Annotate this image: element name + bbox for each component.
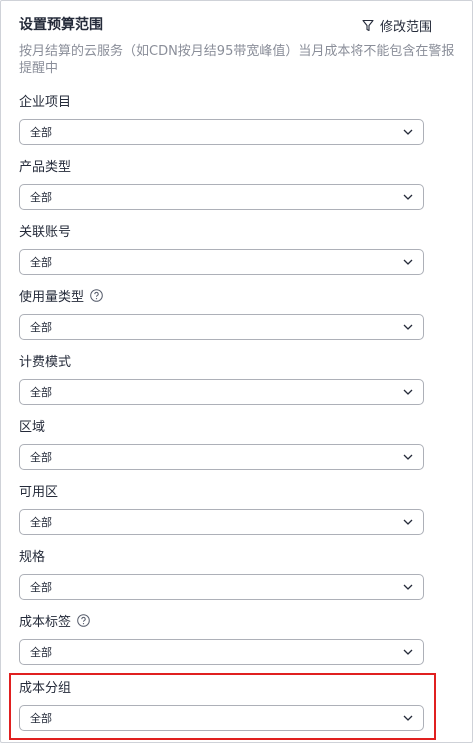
field-label-text: 关联账号 [19, 224, 72, 240]
chevron-down-icon [403, 259, 413, 265]
chevron-down-icon [403, 129, 413, 135]
field-label-text: 使用量类型 [19, 289, 85, 305]
availability-zone-select[interactable]: 全部 [19, 509, 424, 535]
field-billing-mode: 计费模式 全部 [19, 350, 424, 405]
field-linked-account: 关联账号 全部 [19, 220, 424, 275]
chevron-down-icon [403, 584, 413, 590]
enterprise-project-select[interactable]: 全部 [19, 119, 424, 145]
chevron-down-icon [403, 389, 413, 395]
billing-mode-select[interactable]: 全部 [19, 379, 424, 405]
select-value: 全部 [30, 321, 52, 334]
field-label-text: 成本标签 [19, 614, 72, 630]
field-label-text: 成本分组 [19, 680, 72, 696]
field-label-text: 可用区 [19, 484, 59, 500]
field-label: 使用量类型 [19, 285, 424, 305]
field-label-text: 区域 [19, 419, 46, 435]
select-value: 全部 [30, 191, 52, 204]
select-value: 全部 [30, 126, 52, 139]
chevron-down-icon [403, 715, 413, 721]
filter-icon [362, 19, 374, 31]
chevron-down-icon [403, 649, 413, 655]
field-label-text: 计费模式 [19, 354, 72, 370]
field-cost-tag: 成本标签 全部 [19, 610, 424, 665]
specification-select[interactable]: 全部 [19, 574, 424, 600]
field-usage-type: 使用量类型 全部 [19, 285, 424, 340]
chevron-down-icon [403, 194, 413, 200]
field-region: 区域 全部 [19, 415, 424, 470]
help-icon[interactable] [77, 613, 90, 627]
field-enterprise-project: 企业项目 全部 [19, 90, 424, 145]
field-label-text: 产品类型 [19, 159, 72, 175]
usage-type-select[interactable]: 全部 [19, 314, 424, 340]
cost-group-select[interactable]: 全部 [19, 705, 424, 731]
select-value: 全部 [30, 256, 52, 269]
panel-title: 设置预算范围 [19, 17, 103, 33]
cost-tag-select[interactable]: 全部 [19, 639, 424, 665]
field-label-text: 企业项目 [19, 94, 72, 110]
chevron-down-icon [403, 519, 413, 525]
budget-scope-panel: 设置预算范围 修改范围 按月结算的云服务（如CDN按月结95带宽峰值）当月成本将… [0, 0, 473, 743]
field-availability-zone: 可用区 全部 [19, 480, 424, 535]
panel-header: 设置预算范围 修改范围 [19, 15, 454, 35]
select-value: 全部 [30, 386, 52, 399]
select-value: 全部 [30, 646, 52, 659]
field-product-type: 产品类型 全部 [19, 155, 424, 210]
field-label: 产品类型 [19, 155, 424, 175]
field-label: 成本标签 [19, 610, 424, 630]
help-icon[interactable] [90, 288, 103, 302]
select-value: 全部 [30, 451, 52, 464]
field-label: 计费模式 [19, 350, 424, 370]
field-cost-group: 成本分组 全部 [19, 676, 424, 731]
field-label: 企业项目 [19, 90, 424, 110]
region-select[interactable]: 全部 [19, 444, 424, 470]
select-value: 全部 [30, 712, 52, 725]
chevron-down-icon [403, 454, 413, 460]
select-value: 全部 [30, 516, 52, 529]
field-label: 成本分组 [19, 676, 424, 696]
field-label: 规格 [19, 545, 424, 565]
edit-scope-button[interactable]: 修改范围 [362, 15, 432, 35]
product-type-select[interactable]: 全部 [19, 184, 424, 210]
field-specification: 规格 全部 [19, 545, 424, 600]
select-value: 全部 [30, 581, 52, 594]
field-label: 关联账号 [19, 220, 424, 240]
field-label: 可用区 [19, 480, 424, 500]
scope-description: 按月结算的云服务（如CDN按月结95带宽峰值）当月成本将不能包含在警报提醒中 [19, 44, 455, 76]
field-label-text: 规格 [19, 549, 46, 565]
linked-account-select[interactable]: 全部 [19, 249, 424, 275]
edit-scope-label: 修改范围 [379, 19, 432, 35]
field-label: 区域 [19, 415, 424, 435]
chevron-down-icon [403, 324, 413, 330]
